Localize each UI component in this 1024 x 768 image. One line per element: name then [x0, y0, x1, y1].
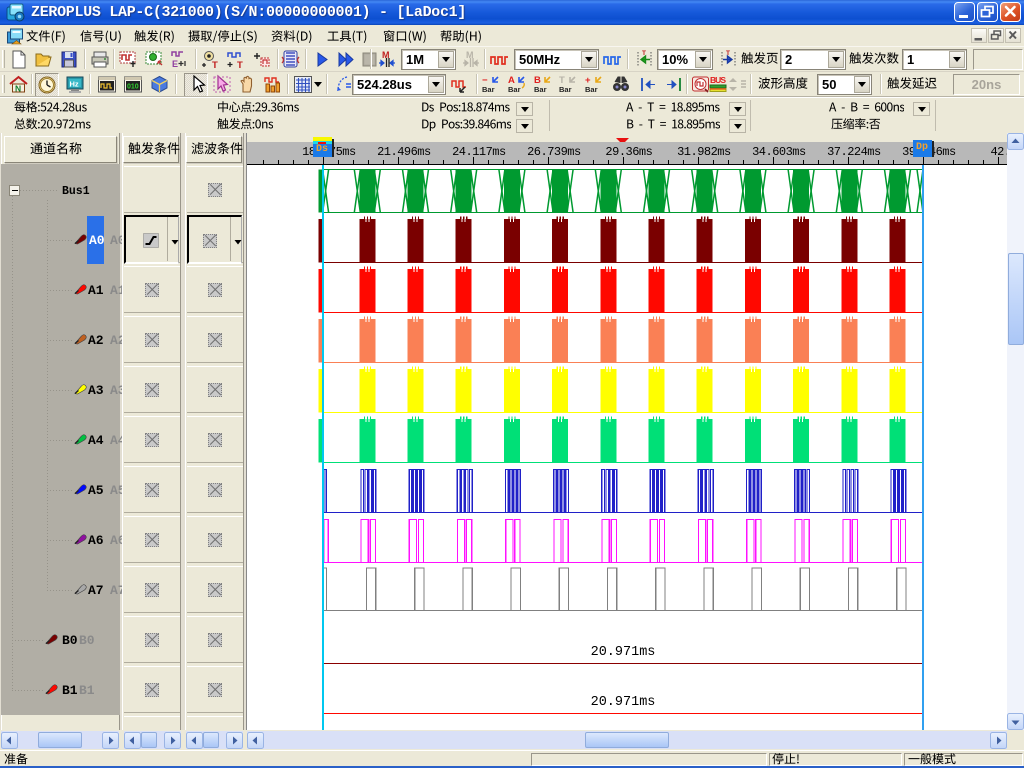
svg-text:N: N — [15, 84, 21, 94]
svg-text:20.971ms: 20.971ms — [591, 695, 656, 710]
svg-text:Bar: Bar — [508, 85, 521, 94]
svg-text:20.971ms: 20.971ms — [591, 645, 656, 660]
svg-text:T: T — [642, 50, 646, 57]
svg-text:T: T — [726, 50, 730, 57]
svg-text:Bar: Bar — [559, 85, 572, 94]
svg-text:Hz: Hz — [70, 80, 79, 89]
svg-text:010: 010 — [127, 84, 139, 91]
svg-text:Bar: Bar — [534, 85, 547, 94]
svg-text:Bar: Bar — [585, 85, 598, 94]
svg-text:T: T — [237, 60, 243, 70]
svg-text:BUS: BUS — [710, 75, 726, 85]
svg-text:Bar: Bar — [482, 85, 495, 94]
svg-text:T: T — [212, 60, 218, 70]
svg-text:E: E — [172, 59, 178, 69]
